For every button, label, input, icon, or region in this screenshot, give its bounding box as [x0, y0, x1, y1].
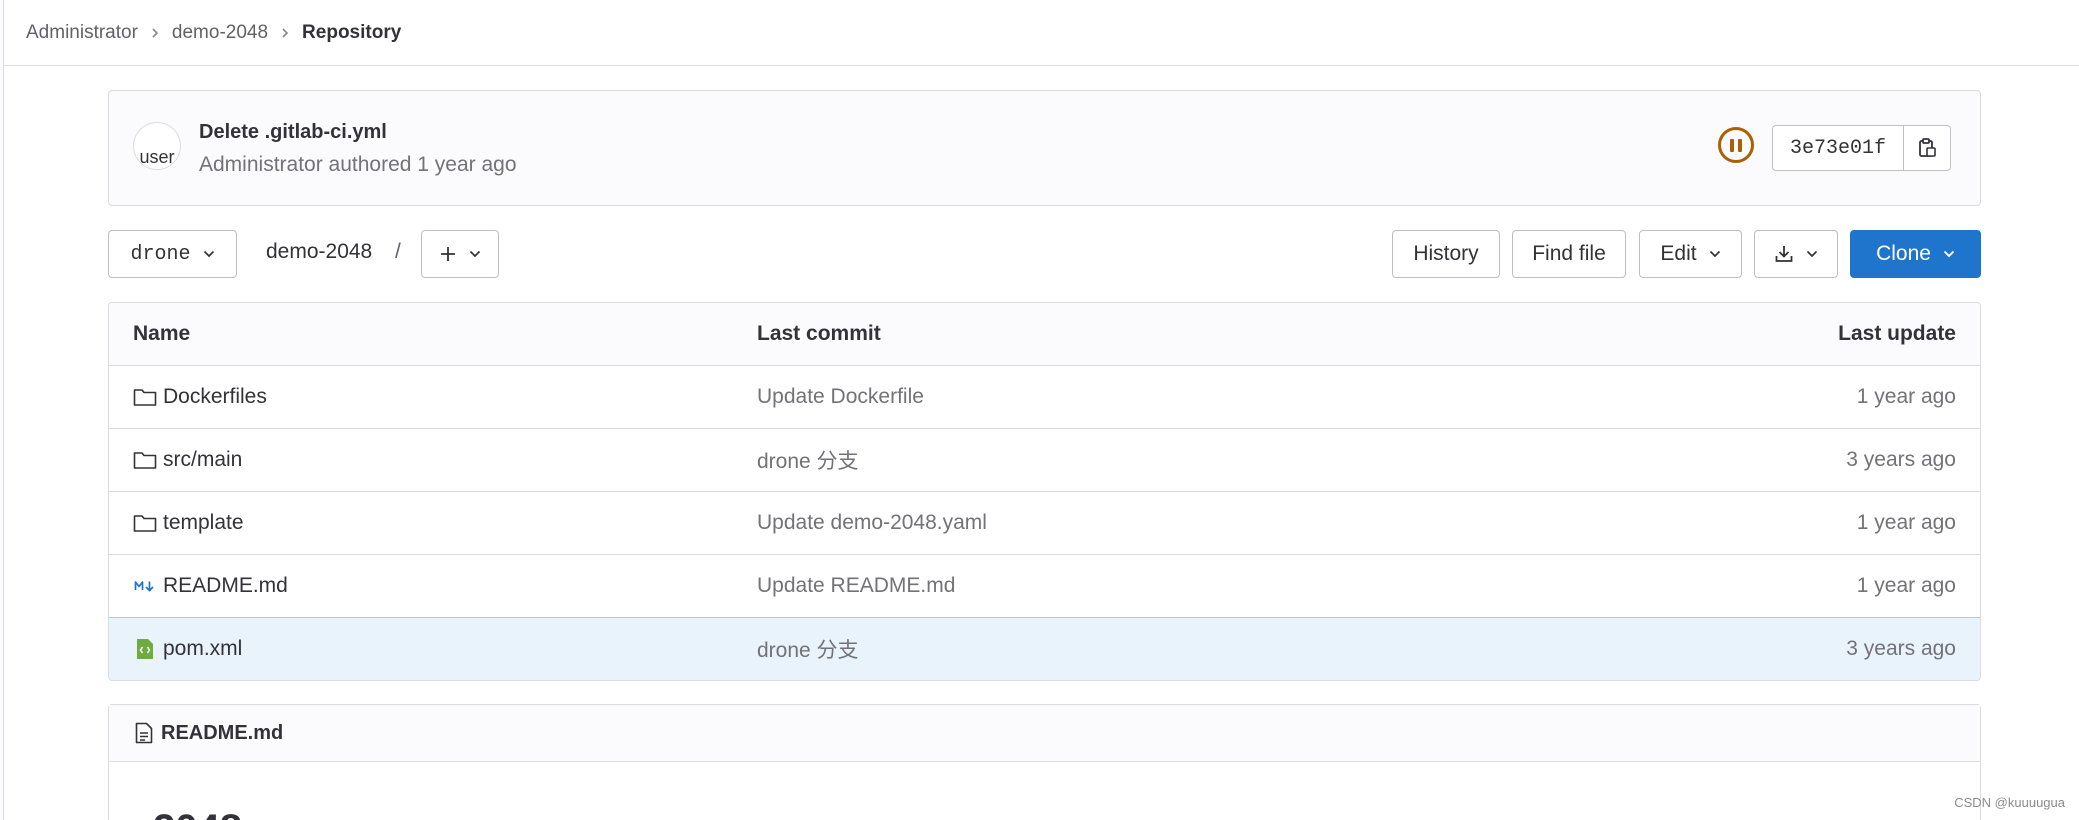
chevron-down-icon — [1806, 250, 1818, 258]
breadcrumb-repository[interactable]: Repository — [302, 22, 401, 44]
project-path-link[interactable]: demo-2048 — [266, 240, 372, 264]
chevron-down-icon — [469, 250, 481, 258]
folder-icon — [133, 385, 157, 409]
chevron-down-icon — [203, 250, 215, 258]
chevron-down-icon — [1709, 250, 1721, 258]
readme-header: README.md — [109, 705, 1980, 762]
clipboard-icon — [1919, 138, 1936, 157]
add-to-tree-button[interactable] — [421, 230, 499, 278]
commit-message-link[interactable]: Update Dockerfile — [757, 385, 924, 409]
readme-heading: 2048 — [153, 807, 242, 820]
breadcrumb-project[interactable]: demo-2048 — [172, 22, 268, 44]
breadcrumb: Administrator demo-2048 Repository — [4, 0, 2079, 66]
left-rail — [0, 0, 4, 820]
table-row[interactable]: template Update demo-2048.yaml 1 year ag… — [109, 491, 1980, 554]
commit-meta: Administrator authored 1 year ago — [199, 153, 517, 176]
branch-selector[interactable]: drone — [108, 230, 237, 278]
download-dropdown-button[interactable] — [1754, 230, 1838, 278]
last-update: 1 year ago — [1856, 511, 1956, 534]
breadcrumb-administrator[interactable]: Administrator — [26, 22, 138, 44]
file-link[interactable]: src/main — [133, 448, 242, 472]
column-update-header: Last update — [1838, 322, 1956, 345]
document-icon — [135, 722, 153, 744]
folder-icon — [133, 511, 157, 535]
chevron-right-icon — [150, 27, 160, 39]
find-file-button[interactable]: Find file — [1512, 230, 1626, 278]
last-commit-panel: user Delete .gitlab-ci.yml Administrator… — [108, 90, 1981, 206]
file-link[interactable]: pom.xml — [133, 637, 242, 661]
clone-label: Clone — [1876, 242, 1931, 265]
xml-file-icon — [133, 637, 157, 661]
folder-icon — [133, 448, 157, 472]
pipeline-paused-icon[interactable] — [1718, 127, 1754, 163]
file-tree-table: Name Last commit Last update Dockerfiles… — [108, 302, 1981, 681]
readme-filename[interactable]: README.md — [161, 722, 283, 745]
file-link[interactable]: Dockerfiles — [133, 385, 267, 409]
commit-message-link[interactable]: drone 分支 — [757, 445, 859, 475]
commit-sha[interactable]: 3e73e01f — [1773, 126, 1905, 170]
last-update: 3 years ago — [1846, 448, 1956, 471]
download-icon — [1775, 246, 1793, 262]
watermark: CSDN @kuuuugua — [1954, 795, 2065, 810]
file-name: pom.xml — [163, 637, 243, 660]
edit-dropdown-button[interactable]: Edit — [1639, 230, 1742, 278]
commit-title[interactable]: Delete .gitlab-ci.yml — [199, 121, 387, 144]
chevron-down-icon — [1943, 250, 1955, 258]
history-button[interactable]: History — [1392, 230, 1500, 278]
file-name: template — [163, 511, 244, 534]
commit-message-link[interactable]: drone 分支 — [757, 634, 859, 664]
avatar[interactable]: user — [133, 122, 181, 170]
commit-message-link[interactable]: Update README.md — [757, 574, 955, 598]
table-header: Name Last commit Last update — [109, 303, 1980, 365]
readme-panel: README.md 2048 — [108, 704, 1981, 820]
column-commit-header: Last commit — [757, 322, 881, 345]
table-row[interactable]: README.md Update README.md 1 year ago — [109, 554, 1980, 617]
copy-sha-button[interactable] — [1904, 126, 1950, 170]
table-row[interactable]: src/main drone 分支 3 years ago — [109, 428, 1980, 491]
last-update: 1 year ago — [1856, 574, 1956, 597]
file-name: README.md — [163, 574, 288, 597]
markdown-icon — [133, 574, 157, 598]
plus-icon — [441, 247, 455, 261]
file-link[interactable]: README.md — [133, 574, 288, 598]
table-row[interactable]: pom.xml drone 分支 3 years ago — [109, 617, 1980, 680]
commit-message-link[interactable]: Update demo-2048.yaml — [757, 511, 987, 535]
last-update: 3 years ago — [1846, 637, 1956, 660]
path-separator: / — [395, 240, 401, 263]
table-row[interactable]: Dockerfiles Update Dockerfile 1 year ago — [109, 365, 1980, 428]
commit-sha-group: 3e73e01f — [1772, 125, 1952, 171]
column-name-header: Name — [133, 322, 191, 345]
file-name: src/main — [163, 448, 243, 471]
last-update: 1 year ago — [1856, 385, 1956, 408]
file-link[interactable]: template — [133, 511, 244, 535]
branch-name: drone — [130, 242, 191, 266]
chevron-right-icon — [280, 27, 290, 39]
edit-label: Edit — [1660, 242, 1697, 265]
file-name: Dockerfiles — [163, 385, 267, 408]
clone-dropdown-button[interactable]: Clone — [1850, 230, 1981, 278]
avatar-alt-text: user — [139, 147, 175, 167]
